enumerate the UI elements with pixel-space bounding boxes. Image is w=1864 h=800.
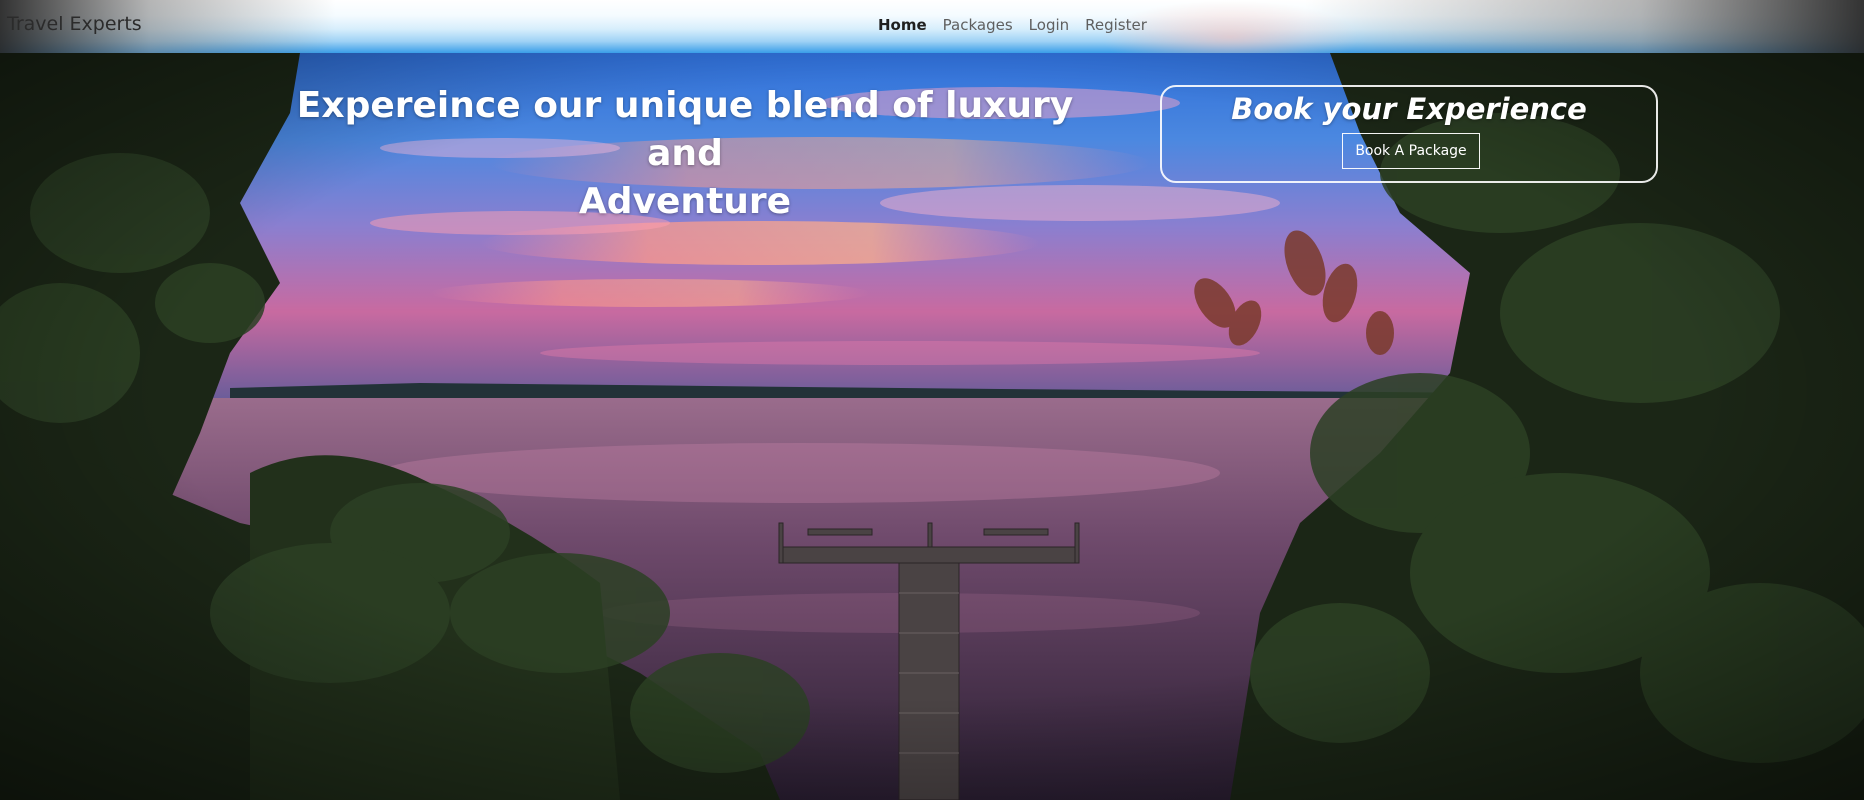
nav-link-login[interactable]: Login — [1029, 16, 1069, 34]
headline-line-2: Adventure — [578, 181, 792, 222]
book-experience-title: Book your Experience — [1231, 92, 1587, 126]
book-package-button[interactable]: Book A Package — [1342, 133, 1480, 169]
book-experience-panel: Book your Experience Book A Package — [1160, 85, 1658, 183]
nav-link-register[interactable]: Register — [1085, 16, 1147, 34]
nav-links: Home Packages Login Register — [878, 16, 1147, 34]
hero-headline: Expereince our unique blend of luxury an… — [270, 82, 1100, 226]
navbar: Travel Experts Home Packages Login Regis… — [0, 0, 1864, 53]
page: Travel Experts Home Packages Login Regis… — [0, 0, 1864, 800]
nav-link-home[interactable]: Home — [878, 16, 927, 34]
brand-link[interactable]: Travel Experts — [7, 13, 142, 35]
headline-line-1: Expereince our unique blend of luxury an… — [296, 85, 1074, 174]
nav-link-packages[interactable]: Packages — [943, 16, 1013, 34]
